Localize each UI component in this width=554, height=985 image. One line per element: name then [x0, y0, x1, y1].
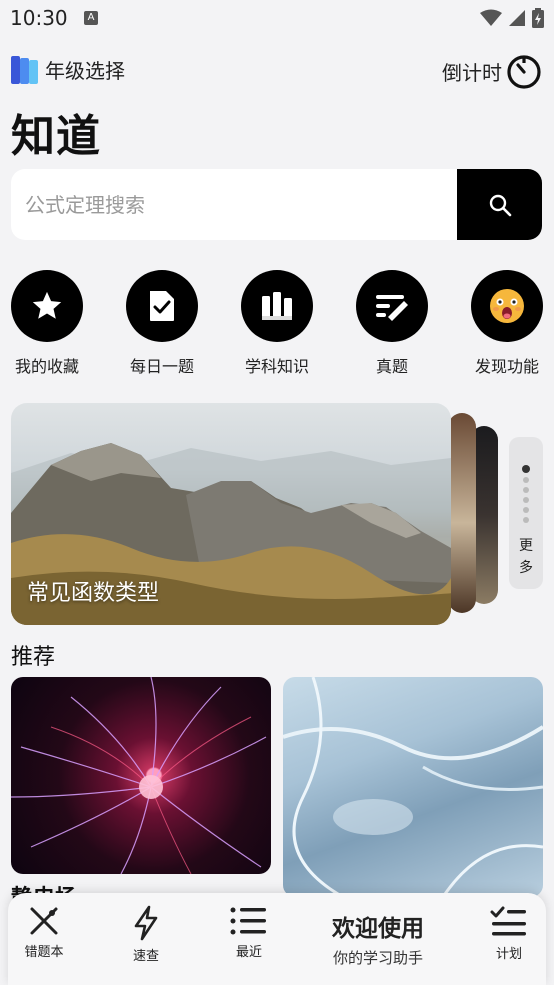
countdown-label: 倒计时: [442, 60, 502, 85]
status-icons: [480, 8, 544, 28]
carousel-next-card[interactable]: [448, 413, 476, 613]
favorites-circle: [11, 270, 83, 342]
quick-action-label: 学科知识: [244, 357, 309, 376]
subject-knowledge-circle: [241, 270, 313, 342]
quick-action-discover[interactable]: 发现功能: [452, 270, 554, 377]
search-icon: [489, 194, 511, 216]
list-icon: [230, 907, 266, 935]
quick-action-subject-knowledge[interactable]: 学科知识: [222, 270, 332, 377]
banner-label: 常见函数类型: [27, 581, 160, 606]
welcome-subtitle: 你的学习助手: [332, 949, 423, 967]
nav-quick-lookup[interactable]: 速查: [108, 905, 184, 964]
search-input[interactable]: [11, 169, 451, 240]
quick-action-label: 每日一题: [129, 357, 194, 376]
star-icon: [32, 291, 62, 319]
ice-image: [283, 677, 543, 897]
page-indicator-dot: [523, 477, 529, 483]
past-exams-circle: [356, 270, 428, 342]
page-indicator-dot: [523, 517, 529, 523]
grade-select-label: 年级选择: [45, 59, 125, 83]
banner-card[interactable]: 常见函数类型: [11, 403, 451, 625]
status-time: 10:30: [10, 6, 68, 30]
welcome-message: 欢迎使用 你的学习助手: [320, 909, 436, 968]
notification-icon: A: [84, 11, 98, 25]
checklist-icon: [490, 906, 526, 936]
more-label: 更多: [519, 538, 533, 576]
books-icon: [262, 292, 292, 320]
checked-document-icon: [150, 291, 174, 321]
bottom-navigation: 错题本 速查 最近 欢迎使用 你的学习助手 计划: [8, 893, 546, 985]
app-title: 知道: [11, 111, 101, 162]
page-indicator-dot: [523, 507, 529, 513]
discover-circle: [471, 270, 543, 342]
wrong-cross-icon: [30, 907, 58, 935]
nav-label: 计划: [495, 947, 522, 962]
page-indicator-dot: [523, 487, 529, 493]
battery-icon: [532, 8, 544, 28]
daily-question-circle: [126, 270, 198, 342]
nav-wrong-questions[interactable]: 错题本: [6, 905, 82, 960]
quick-action-daily-question[interactable]: 每日一题: [107, 270, 217, 377]
recommend-card-ice[interactable]: [283, 677, 543, 897]
more-button[interactable]: 更多: [509, 437, 543, 589]
surprised-emoji-icon: [490, 289, 524, 323]
recommend-title: 推荐: [11, 645, 56, 670]
timer-icon: [507, 55, 541, 89]
lightning-icon: [134, 905, 158, 941]
recommend-card-electrostatics[interactable]: [11, 677, 271, 874]
countdown-button[interactable]: 倒计时: [442, 53, 542, 89]
pen-lines-icon: [376, 295, 408, 321]
search-button[interactable]: [457, 169, 542, 240]
search-bar: [11, 169, 542, 240]
nav-recent[interactable]: 最近: [211, 905, 287, 960]
quick-action-label: 真题: [375, 357, 408, 376]
page-indicator-dot-active: [522, 465, 530, 473]
quick-action-favorites[interactable]: 我的收藏: [0, 270, 102, 377]
welcome-title: 欢迎使用: [332, 916, 424, 942]
nav-label: 速查: [132, 949, 159, 964]
book-icon: [11, 55, 38, 84]
plasma-image: [11, 677, 267, 874]
page-indicator: [522, 465, 530, 527]
wifi-icon: [480, 9, 502, 26]
nav-plan[interactable]: 计划: [471, 905, 547, 962]
quick-action-label: 发现功能: [474, 357, 539, 376]
quick-action-label: 我的收藏: [14, 357, 79, 376]
signal-icon: [509, 10, 525, 26]
quick-action-past-exams[interactable]: 真题: [337, 270, 447, 377]
nav-label: 最近: [235, 945, 262, 960]
page-indicator-dot: [523, 497, 529, 503]
nav-label: 错题本: [24, 945, 64, 960]
grade-select-button[interactable]: 年级选择: [11, 55, 125, 84]
